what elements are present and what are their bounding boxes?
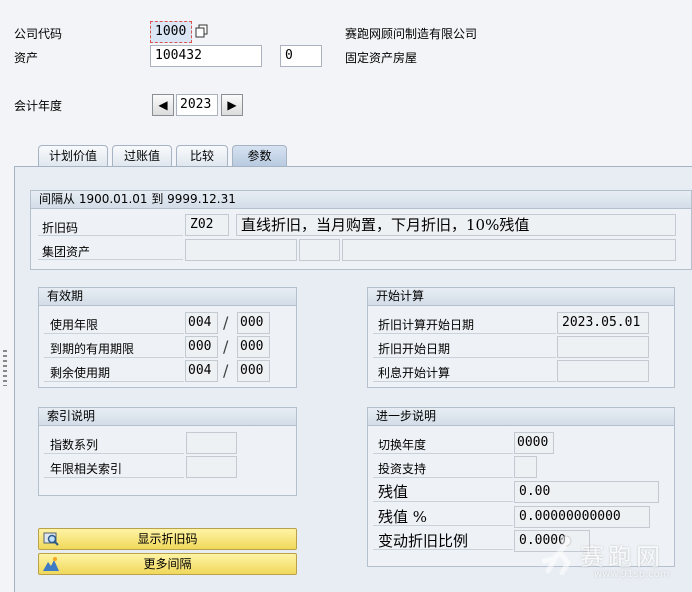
- further-title: 进一步说明: [368, 408, 674, 426]
- next-year-button[interactable]: ▶: [221, 94, 243, 116]
- group-asset-label: 集团资产: [42, 245, 91, 259]
- residual-value-field[interactable]: 0.00: [514, 481, 659, 503]
- tab-planned-values[interactable]: 计划价值: [38, 145, 108, 167]
- company-name: 赛跑网顾问制造有限公司: [345, 27, 478, 41]
- separator: /: [223, 337, 229, 356]
- age-index-field[interactable]: [186, 456, 237, 478]
- interest-start-field[interactable]: [557, 360, 649, 382]
- company-code-label: 公司代码: [14, 27, 63, 41]
- show-depr-key-button[interactable]: 显示折旧码: [38, 528, 297, 550]
- useful-life-years[interactable]: 004: [185, 312, 218, 334]
- scrollbar-grip[interactable]: [3, 350, 7, 386]
- interval-title: 间隔从 1900.01.01 到 9999.12.31: [31, 191, 691, 209]
- more-intervals-button[interactable]: 更多间隔: [38, 553, 297, 575]
- useful-life-periods[interactable]: 000: [237, 312, 270, 334]
- variable-depr-label: 变动折旧比例: [378, 532, 469, 550]
- depr-start-label: 折旧开始日期: [378, 342, 451, 356]
- more-intervals-label: 更多间隔: [143, 557, 192, 571]
- switch-year-field[interactable]: 0000: [514, 432, 554, 454]
- copy-icon[interactable]: [195, 24, 209, 38]
- header-area: [0, 0, 692, 140]
- investment-support-label: 投资支持: [378, 462, 427, 476]
- fiscal-year-field[interactable]: 2023: [176, 94, 218, 116]
- expired-life-years[interactable]: 000: [185, 336, 218, 358]
- depr-key-label: 折旧码: [42, 221, 79, 235]
- remaining-life-years[interactable]: 004: [185, 360, 218, 382]
- magnifier-icon: [43, 531, 59, 547]
- residual-value-label: 残值: [378, 483, 409, 501]
- group-asset-subfield[interactable]: [299, 239, 340, 261]
- remaining-life-periods[interactable]: 000: [237, 360, 270, 382]
- asset-subnumber-field[interactable]: 0: [280, 45, 322, 67]
- fiscal-year-label: 会计年度: [14, 99, 63, 113]
- watermark: 赛跑网 www.91sp.com: [541, 535, 692, 592]
- group-asset-field[interactable]: [185, 239, 297, 261]
- interest-start-label: 利息开始计算: [378, 366, 451, 380]
- show-depr-key-label: 显示折旧码: [137, 532, 198, 546]
- investment-support-field[interactable]: [514, 456, 537, 478]
- remaining-life-label: 剩余使用期: [50, 366, 111, 380]
- depr-calc-start-field[interactable]: 2023.05.01: [557, 312, 649, 334]
- asset-label: 资产: [14, 51, 39, 65]
- age-index-label: 年限相关索引: [50, 462, 123, 476]
- index-series-label: 指数系列: [50, 438, 99, 452]
- validity-title: 有效期: [39, 288, 296, 306]
- arrow-left-icon: ◀: [158, 98, 168, 112]
- index-series-field[interactable]: [186, 432, 237, 454]
- start-calc-title: 开始计算: [368, 288, 674, 306]
- tab-parameters[interactable]: 参数: [232, 145, 287, 167]
- separator: /: [223, 313, 229, 332]
- runner-logo-icon: [541, 535, 578, 576]
- arrow-right-icon: ▶: [227, 98, 237, 112]
- prev-year-button[interactable]: ◀: [152, 94, 174, 116]
- watermark-brand: 赛跑网: [580, 543, 664, 571]
- tab-comparison[interactable]: 比较: [176, 145, 228, 167]
- asset-number-field[interactable]: 100432: [150, 45, 262, 67]
- mountain-chart-icon: [43, 556, 59, 572]
- depr-key-field[interactable]: Z02: [185, 214, 229, 236]
- asset-description: 固定资产房屋: [345, 51, 418, 65]
- separator: /: [223, 361, 229, 380]
- residual-pct-label: 残值 %: [378, 508, 428, 526]
- useful-life-label: 使用年限: [50, 318, 99, 332]
- company-code-field[interactable]: 1000: [150, 21, 192, 43]
- depr-calc-start-label: 折旧计算开始日期: [378, 318, 475, 332]
- tab-posted-values[interactable]: 过账值: [112, 145, 172, 167]
- depr-start-field[interactable]: [557, 336, 649, 358]
- switch-year-label: 切换年度: [378, 438, 427, 452]
- expired-life-periods[interactable]: 000: [237, 336, 270, 358]
- index-title: 索引说明: [39, 408, 296, 426]
- residual-pct-field[interactable]: 0.00000000000: [514, 506, 650, 528]
- expired-life-label: 到期的有用期限: [50, 342, 135, 356]
- depr-key-description: 直线折旧，当月购置，下月折旧，10%残值: [236, 214, 676, 236]
- group-asset-description: [342, 239, 676, 261]
- watermark-url: www.91sp.com: [594, 569, 670, 580]
